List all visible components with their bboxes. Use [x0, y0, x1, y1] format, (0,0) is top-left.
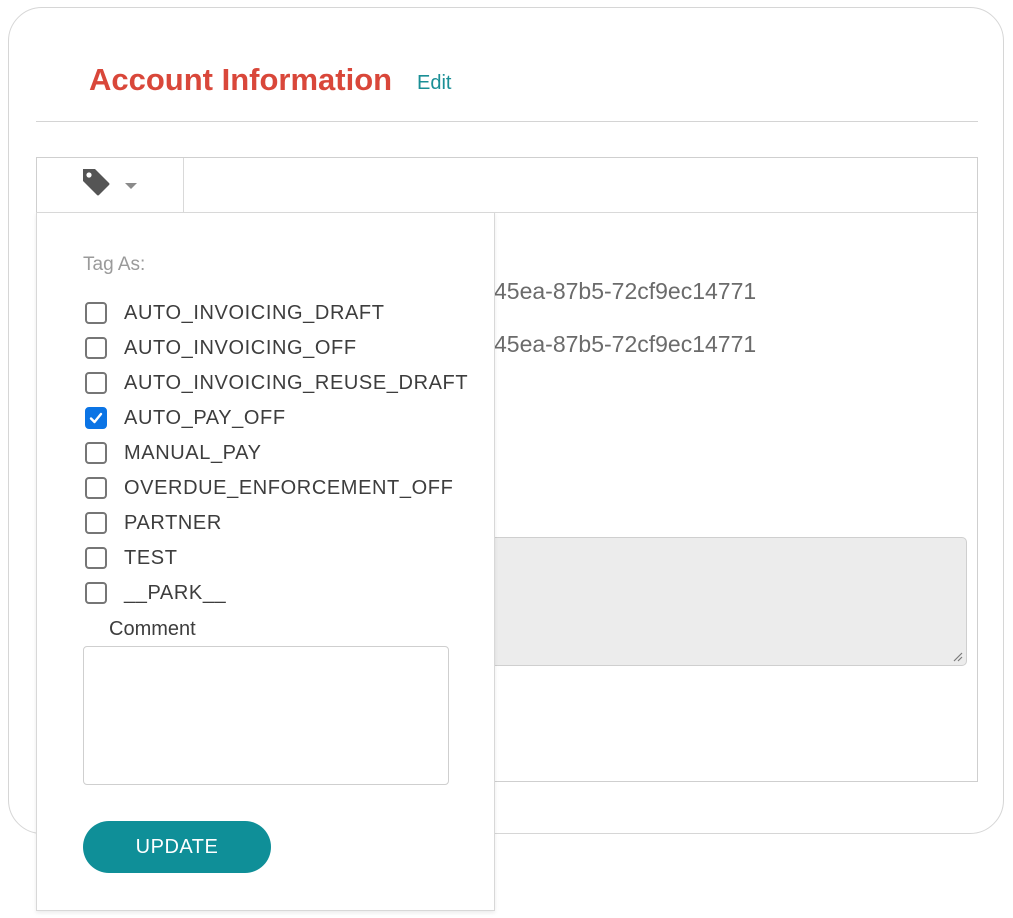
tag-option[interactable]: TEST: [85, 543, 178, 573]
account-id-value: 45ea-87b5-72cf9ec14771: [494, 331, 757, 357]
page-title: Account Information: [89, 62, 393, 97]
tag-option-label: OVERDUE_ENFORCEMENT_OFF: [124, 476, 454, 499]
tag-as-heading: Tag As:: [83, 254, 146, 275]
tag-option[interactable]: OVERDUE_ENFORCEMENT_OFF: [85, 473, 453, 503]
tag-option-label: AUTO_INVOICING_OFF: [124, 336, 357, 359]
tag-option[interactable]: AUTO_INVOICING_DRAFT: [85, 298, 385, 328]
comment-label: Comment: [109, 618, 196, 640]
toolbar-separator: [183, 158, 184, 212]
tag-dropdown-menu: Tag As: AUTO_INVOICING_DRAFT AUTO_INVOIC…: [36, 212, 495, 911]
tag-option[interactable]: AUTO_INVOICING_OFF: [85, 333, 357, 363]
tag-checkbox[interactable]: [85, 372, 107, 394]
tag-option-label: AUTO_INVOICING_DRAFT: [124, 301, 385, 324]
tag-checkbox-checked[interactable]: [85, 407, 107, 429]
resize-grip-icon[interactable]: [951, 650, 963, 662]
tag-checkbox[interactable]: [85, 547, 107, 569]
tag-checkbox[interactable]: [85, 582, 107, 604]
update-button[interactable]: UPDATE: [83, 821, 271, 873]
comment-textarea[interactable]: [83, 646, 449, 785]
tag-option-label: __PARK__: [124, 581, 227, 604]
notes-textarea[interactable]: [466, 537, 967, 666]
tag-option[interactable]: MANUAL_PAY: [85, 438, 262, 468]
tag-option[interactable]: AUTO_INVOICING_REUSE_DRAFT: [85, 368, 468, 398]
tag-option-label: AUTO_INVOICING_REUSE_DRAFT: [124, 371, 469, 394]
checkmark-icon: [89, 412, 103, 424]
tag-checkbox[interactable]: [85, 337, 107, 359]
tag-dropdown-button[interactable]: [78, 164, 144, 204]
caret-down-icon: [125, 183, 137, 189]
tag-checkbox[interactable]: [85, 512, 107, 534]
tag-icon: [83, 169, 110, 196]
tag-checkbox[interactable]: [85, 477, 107, 499]
tag-option-label: AUTO_PAY_OFF: [124, 406, 286, 429]
tag-option-label: PARTNER: [124, 511, 222, 534]
divider: [36, 121, 978, 122]
edit-link[interactable]: Edit: [417, 72, 451, 95]
tag-checkbox[interactable]: [85, 442, 107, 464]
tag-option-label: TEST: [124, 546, 178, 569]
tag-checkbox[interactable]: [85, 302, 107, 324]
tag-option[interactable]: __PARK__: [85, 578, 226, 608]
account-id-value: 45ea-87b5-72cf9ec14771: [494, 278, 757, 304]
tag-option-label: MANUAL_PAY: [124, 441, 262, 464]
tag-option[interactable]: PARTNER: [85, 508, 222, 538]
tag-option[interactable]: AUTO_PAY_OFF: [85, 403, 286, 433]
